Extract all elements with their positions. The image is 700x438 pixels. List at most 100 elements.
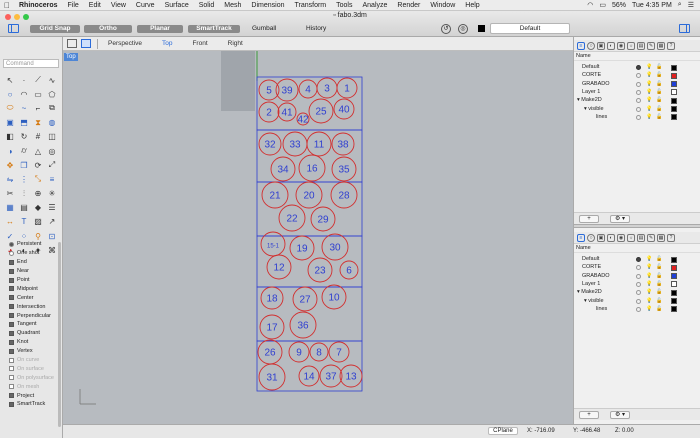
top-viewport[interactable]: 5 39 4 3 1 2 41 42 25 40 32 33 11 38 34 16 35 21 20 28 22 29 1… (63, 51, 573, 424)
lock-icon[interactable]: 🔓 (656, 80, 662, 88)
piece-number[interactable]: 34 (277, 165, 289, 176)
layer-color-swatch[interactable] (671, 106, 677, 112)
display-tab-icon[interactable]: ▣ (597, 41, 605, 50)
current-layer-radio-icon[interactable] (636, 65, 641, 70)
visibility-bulb-icon[interactable]: 💡 (646, 263, 652, 271)
checkbox-icon[interactable] (9, 401, 14, 407)
piece-number[interactable]: 22 (286, 214, 298, 225)
layer-row[interactable]: Default 💡 🔓 (574, 255, 700, 263)
visibility-bulb-icon[interactable]: 💡 (646, 280, 652, 288)
notes-tab-icon[interactable]: ✎ (647, 41, 655, 50)
point-icon[interactable]: · (17, 73, 31, 87)
piece-number[interactable]: 1 (344, 84, 350, 95)
align-icon[interactable]: ≡ (45, 172, 59, 186)
current-layer-radio-icon[interactable] (636, 89, 641, 95)
checkbox-icon[interactable] (9, 286, 14, 292)
libraries-tab-icon[interactable]: ▤ (637, 233, 645, 242)
mirror-icon[interactable]: ⇋ (3, 172, 17, 186)
piece-number[interactable]: 17 (266, 323, 278, 334)
menu-window[interactable]: Window (425, 2, 460, 9)
piece-number[interactable]: 19 (296, 244, 308, 255)
visibility-bulb-icon[interactable]: 💡 (646, 88, 652, 96)
layer-color-swatch[interactable] (671, 289, 677, 296)
revolve-icon[interactable]: ↻ (17, 130, 31, 144)
lock-icon[interactable]: 🔓 (656, 263, 662, 271)
piece-number[interactable]: 7 (336, 348, 342, 359)
single-viewport-icon[interactable] (81, 39, 91, 48)
render-tab-icon[interactable]: ◉ (617, 233, 625, 242)
menu-render[interactable]: Render (392, 2, 425, 9)
render-tab-icon[interactable]: ◉ (617, 41, 625, 50)
checkbox-icon[interactable] (9, 304, 14, 310)
layer-row[interactable]: lines 💡 🔓 (574, 113, 700, 121)
split-icon[interactable]: ⫶ (17, 187, 31, 201)
tab-perspective[interactable]: Perspective (98, 40, 152, 47)
dimension-icon[interactable]: ↔ (3, 215, 17, 229)
torus-icon[interactable]: ◎ (45, 144, 59, 158)
osnap-persistent[interactable]: Persistent (9, 240, 61, 249)
trim-icon[interactable]: ✂ (3, 187, 17, 201)
current-layer-radio-icon[interactable] (636, 106, 641, 112)
piece-number[interactable]: 29 (317, 215, 329, 226)
boolean-icon[interactable]: ◑ (3, 144, 17, 158)
lock-icon[interactable]: 🔓 (656, 272, 662, 280)
osnap-one-shot[interactable]: One shot (9, 249, 61, 258)
layer-row[interactable]: CORTE 💡 🔓 (574, 71, 700, 79)
radio-icon[interactable] (9, 241, 14, 247)
visibility-bulb-icon[interactable]: 💡 (646, 297, 652, 305)
panel-splitter[interactable] (574, 224, 700, 228)
search-icon[interactable]: ⌕ (678, 1, 682, 9)
current-layer-color-swatch[interactable] (478, 25, 485, 32)
lock-icon[interactable]: 🔓 (656, 88, 662, 96)
checkbox-icon[interactable] (9, 357, 14, 363)
layer-row[interactable]: GRABADO 💡 🔓 (574, 272, 700, 280)
wifi-icon[interactable]: ◠ (587, 1, 593, 9)
lock-icon[interactable]: 🔓 (656, 63, 662, 71)
osnap-item[interactable]: Midpoint (9, 284, 61, 293)
layer-color-swatch[interactable] (671, 97, 677, 104)
materials-tab-icon[interactable]: ◐ (607, 41, 615, 50)
app-menu[interactable]: Rhinoceros (14, 2, 63, 9)
osnap-item[interactable]: On polysurface (9, 373, 61, 382)
cplane-select[interactable]: CPlane (488, 427, 518, 435)
free-curve-icon[interactable]: ~ (17, 101, 31, 115)
current-layer-radio-icon[interactable] (636, 98, 641, 104)
layer-color-swatch[interactable] (671, 273, 677, 280)
layer-row[interactable]: Default 💡 🔓 (574, 63, 700, 71)
current-layer-radio-icon[interactable] (636, 81, 641, 87)
box-icon[interactable]: ▣ (3, 116, 17, 130)
menu-transform[interactable]: Transform (290, 2, 332, 9)
layer-row[interactable]: GRABADO 💡 🔓 (574, 80, 700, 88)
layer-row[interactable]: lines 💡 🔓 (574, 305, 700, 313)
sphere-icon[interactable]: ◍ (45, 116, 59, 130)
select-arrow-icon[interactable]: ↖ (3, 73, 17, 87)
ungroup-icon[interactable]: ▤ (17, 201, 31, 215)
apple-menu-icon[interactable]:  (0, 1, 14, 10)
environment-tab-icon[interactable]: ☼ (627, 41, 635, 50)
layers-tab-icon[interactable]: ≡ (577, 41, 585, 50)
battery-icon[interactable]: ▭ (599, 1, 606, 9)
help-tab-icon[interactable]: ? (667, 41, 675, 50)
current-layer-radio-icon[interactable] (636, 265, 641, 271)
left-sidebar-toggle-icon[interactable] (8, 24, 19, 33)
planar-button[interactable]: Planar (137, 25, 183, 33)
leader-icon[interactable]: ↗ (45, 215, 59, 229)
current-layer-radio-icon[interactable] (636, 306, 641, 312)
materials-tab-icon[interactable]: ◐ (607, 233, 615, 242)
right-sidebar-toggle-icon[interactable] (679, 24, 690, 33)
radio-icon[interactable] (9, 250, 14, 256)
undo-view-icon[interactable]: ↺ (441, 24, 451, 34)
osnap-item[interactable]: Quadrant (9, 329, 61, 338)
visibility-bulb-icon[interactable]: 💡 (646, 288, 652, 296)
tab-front[interactable]: Front (182, 40, 217, 47)
checkbox-icon[interactable] (9, 384, 14, 390)
checkbox-icon[interactable] (9, 330, 14, 336)
checkbox-icon[interactable] (9, 277, 14, 283)
lock-icon[interactable]: 🔓 (656, 288, 662, 296)
piece-number[interactable]: 26 (264, 348, 276, 359)
layer-row[interactable]: ▾ visible 💡 🔓 (574, 297, 700, 305)
checkbox-icon[interactable] (9, 393, 14, 399)
command-input[interactable]: Command (3, 59, 59, 68)
piece-number[interactable]: 35 (338, 165, 350, 176)
osnap-item[interactable]: Knot (9, 338, 61, 347)
